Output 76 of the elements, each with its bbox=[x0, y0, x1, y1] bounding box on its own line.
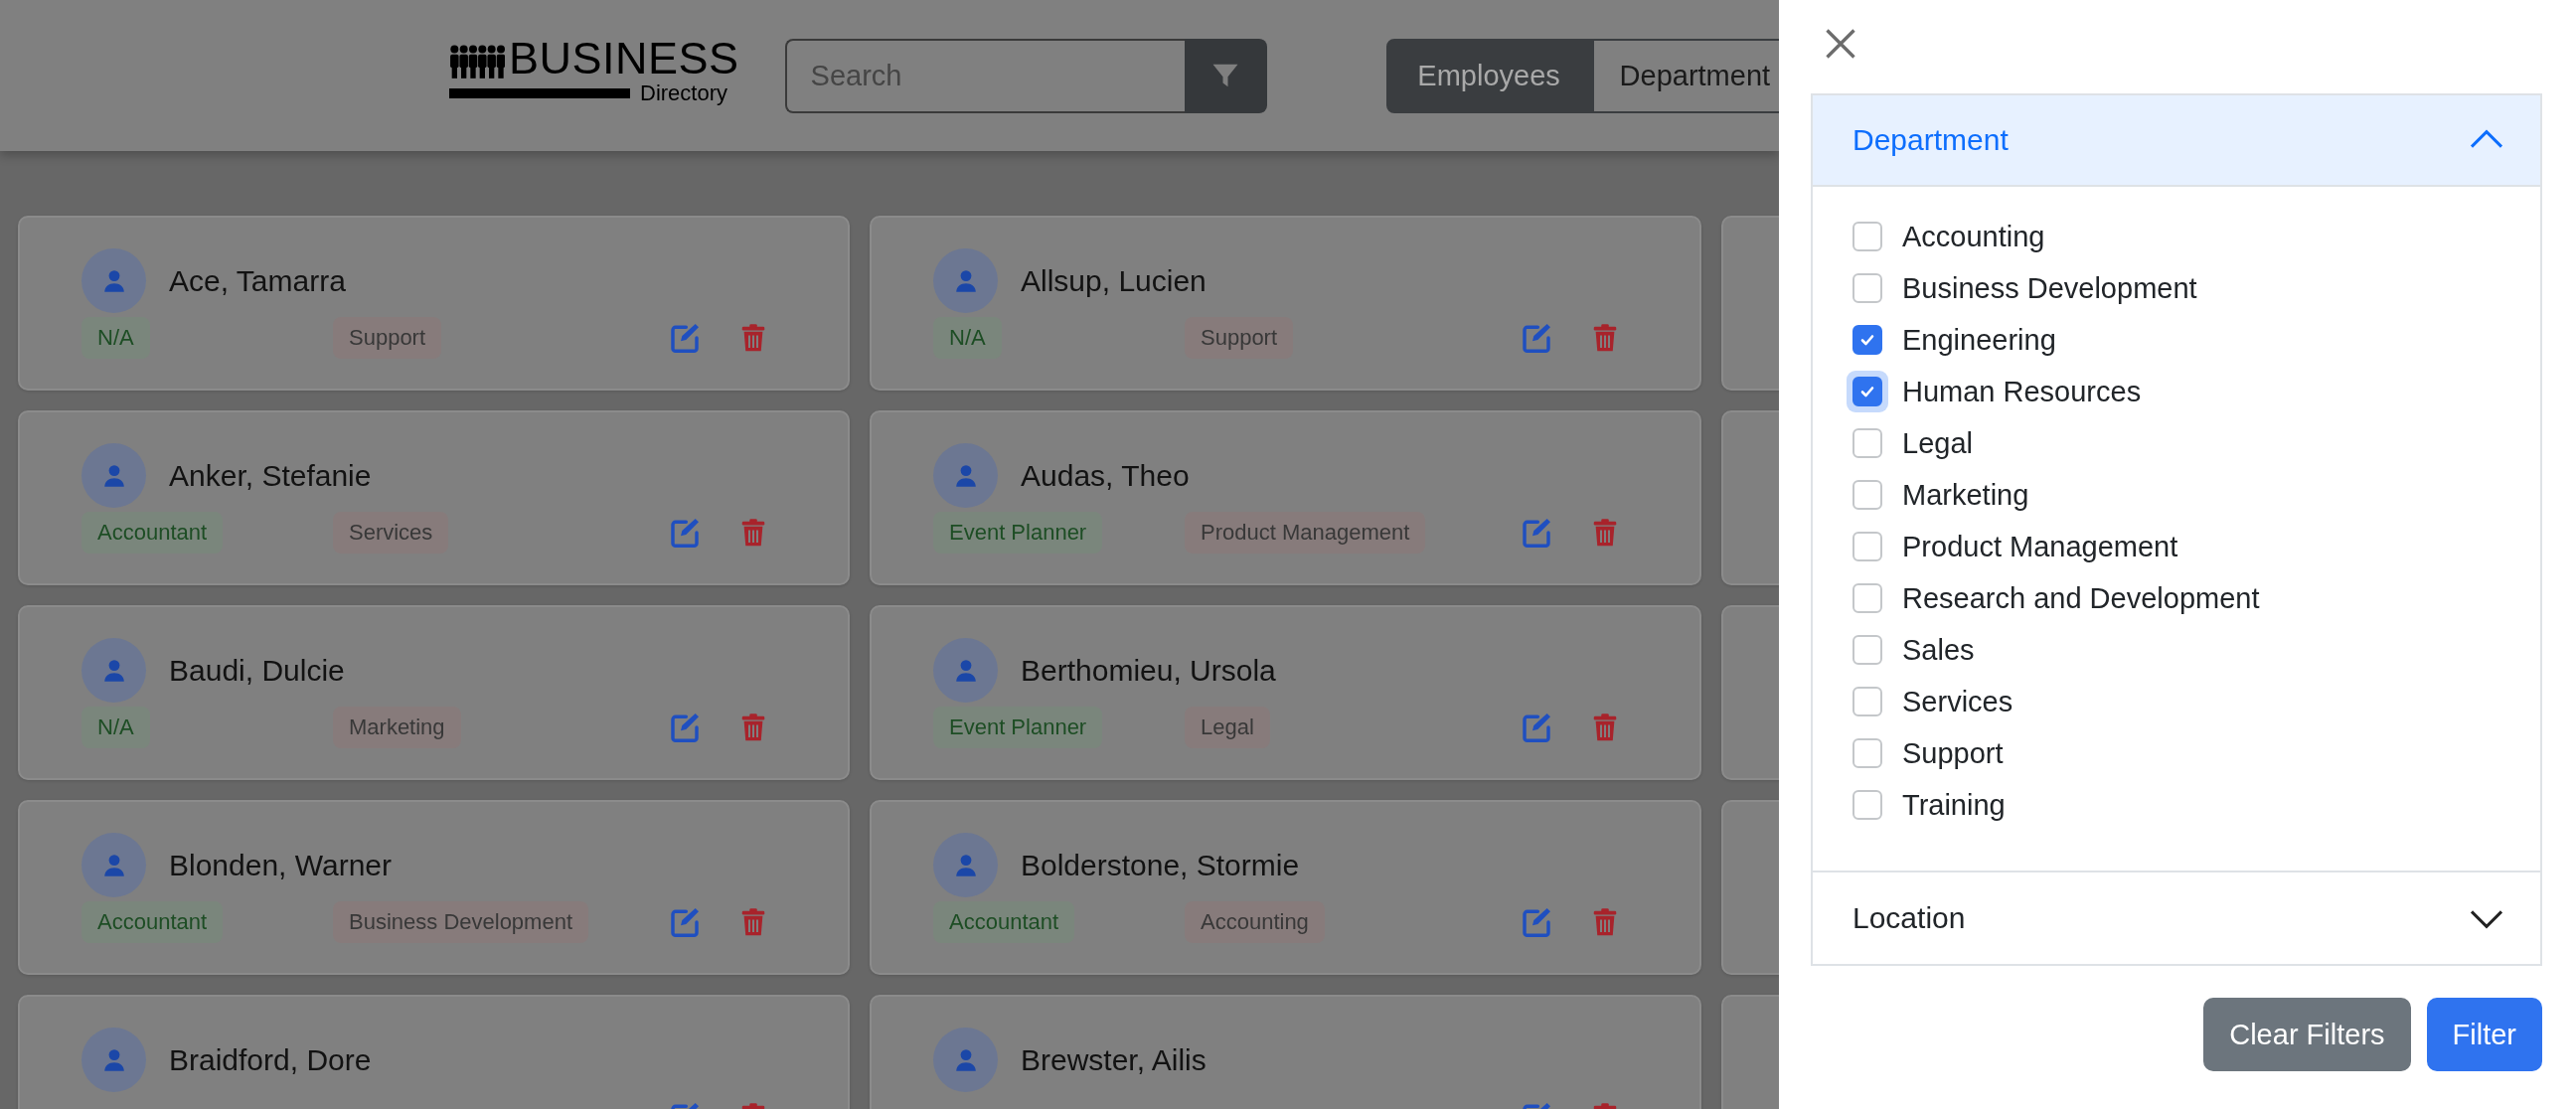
role-tag: N/A bbox=[81, 317, 150, 359]
role-tag: Event Planner bbox=[933, 707, 1103, 748]
option-label: Sales bbox=[1902, 633, 1975, 667]
edit-icon bbox=[669, 712, 701, 743]
employee-name: Bolderstone, Stormie bbox=[1021, 848, 1300, 882]
edit-button[interactable] bbox=[669, 517, 701, 549]
employee-name: Audas, Theo bbox=[1021, 458, 1190, 493]
checkbox[interactable] bbox=[1852, 377, 1882, 406]
edit-icon bbox=[1521, 906, 1552, 938]
option-label: Human Resources bbox=[1902, 375, 2142, 408]
logo-subtitle: Directory bbox=[640, 80, 727, 106]
edit-icon bbox=[1521, 322, 1552, 354]
option-label: Training bbox=[1902, 788, 2006, 822]
edit-button[interactable] bbox=[1521, 712, 1552, 743]
department-tag: Accounting bbox=[1185, 901, 1325, 943]
edit-icon bbox=[669, 906, 701, 938]
role-tag: Accountant bbox=[933, 901, 1075, 943]
checkbox[interactable] bbox=[1852, 222, 1882, 251]
nav-tab[interactable]: Employees bbox=[1385, 38, 1592, 113]
option-label: Services bbox=[1902, 685, 2013, 718]
checkbox[interactable] bbox=[1852, 687, 1882, 716]
employee-name: Anker, Stefanie bbox=[169, 458, 372, 493]
edit-icon bbox=[1521, 517, 1552, 549]
role-tag: N/A bbox=[933, 317, 1002, 359]
employee-name: Brewster, Ailis bbox=[1021, 1042, 1207, 1077]
option-label: Legal bbox=[1902, 426, 1973, 460]
option-label: Product Management bbox=[1902, 530, 2178, 563]
checkbox[interactable] bbox=[1852, 738, 1882, 768]
edit-button[interactable] bbox=[1521, 322, 1552, 354]
nav-tab[interactable]: Department bbox=[1591, 38, 1779, 113]
clear-filters-button[interactable]: Clear Filters bbox=[2203, 998, 2411, 1071]
option-label: Business Development bbox=[1902, 271, 2197, 305]
edit-icon bbox=[669, 322, 701, 354]
edit-button[interactable] bbox=[669, 322, 701, 354]
department-tag: Marketing bbox=[333, 707, 461, 748]
checkbox[interactable] bbox=[1852, 790, 1882, 820]
accordion-header[interactable]: Department bbox=[1813, 95, 2540, 187]
department-tag: Services bbox=[333, 512, 449, 554]
checkbox[interactable] bbox=[1852, 635, 1882, 665]
employee-name: Blonden, Warner bbox=[169, 848, 392, 882]
people-icon bbox=[449, 44, 505, 79]
employee-name: Ace, Tamarra bbox=[169, 263, 346, 298]
department-tag: Support bbox=[1185, 317, 1294, 359]
role-tag: Accountant bbox=[81, 512, 224, 554]
department-tag: Support bbox=[333, 317, 442, 359]
employee-name: Baudi, Dulcie bbox=[169, 653, 345, 688]
edit-icon bbox=[1521, 712, 1552, 743]
edit-button[interactable] bbox=[669, 712, 701, 743]
logo-title: BUSINESS bbox=[509, 39, 739, 79]
filter-button[interactable] bbox=[1184, 38, 1267, 113]
checkbox[interactable] bbox=[1852, 532, 1882, 561]
employee-name: Allsup, Lucien bbox=[1021, 263, 1207, 298]
checkbox[interactable] bbox=[1852, 428, 1882, 458]
checkbox[interactable] bbox=[1852, 325, 1882, 355]
edit-icon bbox=[669, 517, 701, 549]
department-tag: Product Management bbox=[1185, 512, 1426, 554]
checkbox[interactable] bbox=[1852, 273, 1882, 303]
employee-name: Braidford, Dore bbox=[169, 1042, 372, 1077]
filter-button[interactable]: Filter bbox=[2426, 998, 2542, 1071]
option-label: Accounting bbox=[1902, 220, 2045, 253]
checkbox[interactable] bbox=[1852, 480, 1882, 510]
role-tag: Accountant bbox=[81, 901, 224, 943]
edit-button[interactable] bbox=[669, 906, 701, 938]
option-label: Support bbox=[1902, 736, 2004, 770]
edit-button[interactable] bbox=[1521, 517, 1552, 549]
edit-button[interactable] bbox=[1521, 906, 1552, 938]
checkbox[interactable] bbox=[1852, 583, 1882, 613]
role-tag: N/A bbox=[81, 707, 150, 748]
employee-name: Berthomieu, Ursola bbox=[1021, 653, 1276, 688]
option-label: Engineering bbox=[1902, 323, 2056, 357]
role-tag: Event Planner bbox=[933, 512, 1103, 554]
option-label: Research and Development bbox=[1902, 581, 2260, 615]
search-field[interactable]: Search bbox=[784, 38, 1185, 113]
department-tag: Legal bbox=[1185, 707, 1270, 748]
department-tag: Business Development bbox=[333, 901, 588, 943]
option-label: Marketing bbox=[1902, 478, 2029, 512]
